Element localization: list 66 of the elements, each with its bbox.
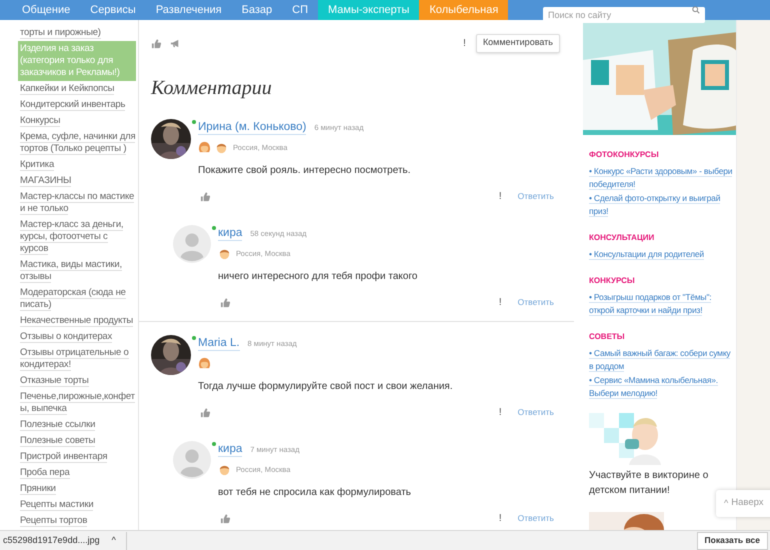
category-link[interactable]: Печенье,пирожные,конфеты, выпечка bbox=[20, 389, 137, 417]
sidebar-link[interactable]: • Сделай фото-открытку и выиграй приз! bbox=[589, 192, 734, 218]
category-link[interactable]: Модераторская (сюда не писать) bbox=[20, 285, 137, 313]
sidebar-link[interactable]: • Самый важный багаж: собери сумку в роддом bbox=[589, 347, 734, 373]
section-title: КОНСУЛЬТАЦИИ bbox=[589, 232, 654, 244]
comment-text: вот тебя не спросила как формулировать bbox=[218, 486, 412, 500]
sidebar-link[interactable]: • Консультации для родителей bbox=[589, 248, 704, 261]
nav-tab[interactable]: Общение bbox=[12, 0, 80, 20]
category-link[interactable]: Крема, суфле, начинки для тортов (Только рецепты ) bbox=[20, 129, 137, 157]
category-link[interactable]: Кондитерский инвентарь bbox=[20, 97, 126, 113]
like-icon bbox=[220, 512, 231, 524]
comment-text: Тогда лучше формулируйте свой пост и свои желания. bbox=[198, 380, 454, 394]
show-all-button[interactable]: Показать все bbox=[696, 532, 768, 550]
category-link[interactable]: Мастика, виды мастики, отзывы bbox=[20, 257, 137, 285]
nav-tab[interactable]: Сервисы bbox=[80, 0, 146, 20]
category-link[interactable]: Проба пера bbox=[20, 465, 70, 481]
nav-tab[interactable]: Развлечения bbox=[146, 0, 232, 20]
category-link[interactable]: Рецепты тортов bbox=[20, 513, 88, 529]
report-link[interactable]: ! bbox=[463, 36, 466, 50]
search-icon bbox=[692, 6, 700, 14]
category-link[interactable]: Некачественные продукты bbox=[20, 313, 134, 329]
category-link[interactable]: Мастер-классы по мастике и не только bbox=[20, 189, 137, 217]
author-link[interactable]: Ирина (м. Коньково) bbox=[198, 120, 306, 135]
category-link[interactable]: Пряники bbox=[20, 481, 56, 497]
like-icon bbox=[151, 38, 162, 48]
back-to-top-button[interactable]: ^ Наверх bbox=[716, 490, 770, 517]
like-icon bbox=[200, 190, 211, 202]
category-link[interactable]: Отказные торты bbox=[20, 373, 89, 389]
category-link[interactable]: торты и пирожные) bbox=[20, 25, 101, 41]
section-title: СОВЕТЫ bbox=[589, 331, 625, 343]
like-icon bbox=[200, 406, 211, 418]
comment-button[interactable]: Комментировать bbox=[476, 34, 560, 52]
category-link[interactable]: Отзывы о кондитерах bbox=[20, 329, 112, 345]
category-link[interactable]: Отзывы отрицательные о кондитерах! bbox=[20, 345, 137, 373]
category-link[interactable]: Рецепты мастики bbox=[20, 497, 94, 513]
category-link[interactable]: Полезные ссылки bbox=[20, 417, 96, 433]
file-name[interactable]: c55298d1917e9dd....jpg bbox=[3, 534, 100, 548]
category-link[interactable]: Пристрой инвентаря bbox=[20, 449, 108, 465]
comment-text: Покажите свой рояль. интересно посмотреть. bbox=[198, 164, 412, 178]
caret-icon: ^ bbox=[724, 496, 728, 510]
author-link[interactable]: кира bbox=[218, 226, 242, 241]
section-title: ФОТОКОНКУРСЫ bbox=[589, 149, 659, 161]
category-link[interactable]: Мастер-класс за деньги, курсы, фотоотчеты с курсов bbox=[20, 217, 137, 257]
category-link[interactable]: Конкурсы bbox=[20, 113, 60, 129]
sidebar-link[interactable]: • Конкурс «Расти здоровым» - выбери победителя! bbox=[589, 165, 734, 191]
category-link[interactable]: Капкейки и Кейкпопсы bbox=[20, 81, 114, 97]
report-link[interactable]: ! bbox=[498, 294, 502, 310]
section-title: КОНКУРСЫ bbox=[589, 275, 635, 287]
author-link[interactable]: Maria L. bbox=[198, 336, 240, 351]
megaphone-icon bbox=[170, 38, 181, 48]
comment-text: ничего интересного для тебя профи такого bbox=[218, 270, 418, 284]
report-link[interactable]: ! bbox=[498, 404, 502, 420]
nav-tab[interactable]: Базар bbox=[232, 0, 282, 20]
category-link[interactable]: Критика bbox=[20, 157, 54, 173]
section-heading: Комментарии bbox=[151, 76, 273, 101]
nav-tab[interactable]: СП bbox=[282, 0, 318, 20]
search-field[interactable]: Поиск по сайту bbox=[543, 7, 705, 23]
category-link[interactable]: Полезные советы bbox=[20, 433, 96, 449]
report-link[interactable]: ! bbox=[498, 510, 502, 526]
caret-icon[interactable]: ^ bbox=[112, 534, 116, 548]
sidebar-link[interactable]: • Сервис «Мамина колыбельная». Выбери мелодию! bbox=[589, 374, 734, 400]
author-link[interactable]: кира bbox=[218, 442, 242, 457]
like-icon bbox=[220, 296, 231, 308]
report-link[interactable]: ! bbox=[498, 188, 502, 204]
sidebar-link[interactable]: • Розыгрыш подарков от "Тёмы": открой карточки и найди приз! bbox=[589, 291, 734, 317]
category-link[interactable]: МАГАЗИНЫ bbox=[20, 173, 72, 189]
